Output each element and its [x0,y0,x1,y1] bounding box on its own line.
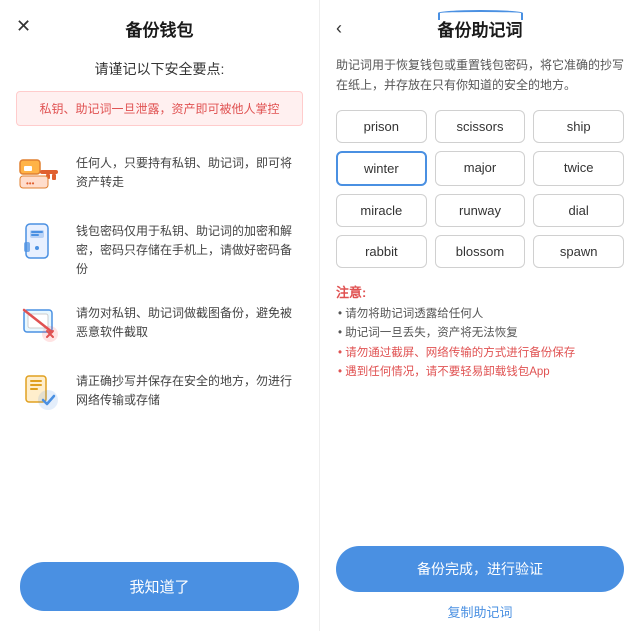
safe-storage-icon [16,368,64,416]
mnemonic-word: twice [533,151,624,186]
note-item: • 请勿通过截屏、网络传输的方式进行备份保存 [336,344,624,364]
mnemonic-word: prison [336,110,427,143]
note-item: • 遇到任何情况，请不要轻易卸载钱包App [336,363,624,383]
left-subtitle: 请谨记以下安全要点: [0,49,319,87]
copy-mnemonic-link[interactable]: 复制助记词 [336,602,624,621]
right-header: ‹ 备份助记词 [320,0,640,49]
item-text-password: 钱包密码仅用于私钥、助记词的加密和解密，密码只存储在手机上，请做好密码备份 [76,218,303,280]
mnemonic-word: rabbit [336,235,427,268]
svg-text:•••: ••• [26,179,35,188]
list-item: ••• 任何人，只要持有私钥、助记词，即可将资产转走 [16,140,303,208]
list-item: 钱包密码仅用于私钥、助记词的加密和解密，密码只存储在手机上，请做好密码备份 [16,208,303,290]
mnemonic-word-highlighted: winter [336,151,427,186]
item-text-safe: 请正确抄写并保存在安全的地方，勿进行网络传输或存储 [76,368,303,410]
mnemonic-word: runway [435,194,526,227]
mnemonic-word: scissors [435,110,526,143]
mnemonic-word: spawn [533,235,624,268]
mnemonic-word: ship [533,110,624,143]
mnemonic-word: major [435,151,526,186]
right-title-wrap: 备份助记词 [438,16,523,41]
list-item: 请正确抄写并保存在安全的地方，勿进行网络传输或存储 [16,358,303,426]
mnemonic-word: blossom [435,235,526,268]
left-header: ✕ 备份钱包 [0,0,319,49]
right-bottom: 备份完成，进行验证 复制助记词 [320,538,640,631]
notes-title: 注意: [336,282,624,301]
right-notes: 注意: • 请勿将助记词透露给任何人 • 助记词一旦丢失，资产将无法恢复 • 请… [320,278,640,391]
left-items: ••• 任何人，只要持有私钥、助记词，即可将资产转走 [0,136,319,550]
know-button[interactable]: 我知道了 [20,562,299,611]
phone-lock-icon [16,218,64,266]
left-panel: ✕ 备份钱包 请谨记以下安全要点: 私钥、助记词一旦泄露，资产即可被他人掌控 •… [0,0,320,631]
mnemonic-grid: prison scissors ship winter major twice … [320,106,640,278]
note-item: • 请勿将助记词透露给任何人 [336,305,624,325]
list-item: 请勿对私钥、助记词做截图备份，避免被恶意软件截取 [16,290,303,358]
title-underline [438,10,523,20]
left-bottom: 我知道了 [0,550,319,631]
close-icon[interactable]: ✕ [16,16,31,37]
right-title: 备份助记词 [438,21,523,40]
verify-button[interactable]: 备份完成，进行验证 [336,546,624,592]
warning-banner: 私钥、助记词一旦泄露，资产即可被他人掌控 [16,91,303,126]
item-text-key: 任何人，只要持有私钥、助记词，即可将资产转走 [76,150,303,192]
note-item: • 助记词一旦丢失，资产将无法恢复 [336,324,624,344]
no-screenshot-icon [16,300,64,348]
right-panel: ‹ 备份助记词 助记词用于恢复钱包或重置钱包密码，将它准确的抄写在纸上，并存放在… [320,0,640,631]
right-desc: 助记词用于恢复钱包或重置钱包密码，将它准确的抄写在纸上，并存放在只有你知道的安全… [320,49,640,106]
key-icon: ••• [16,150,64,198]
mnemonic-word: dial [533,194,624,227]
back-icon[interactable]: ‹ [336,18,342,39]
mnemonic-word: miracle [336,194,427,227]
item-text-screenshot: 请勿对私钥、助记词做截图备份，避免被恶意软件截取 [76,300,303,342]
left-title: 备份钱包 [126,16,194,41]
